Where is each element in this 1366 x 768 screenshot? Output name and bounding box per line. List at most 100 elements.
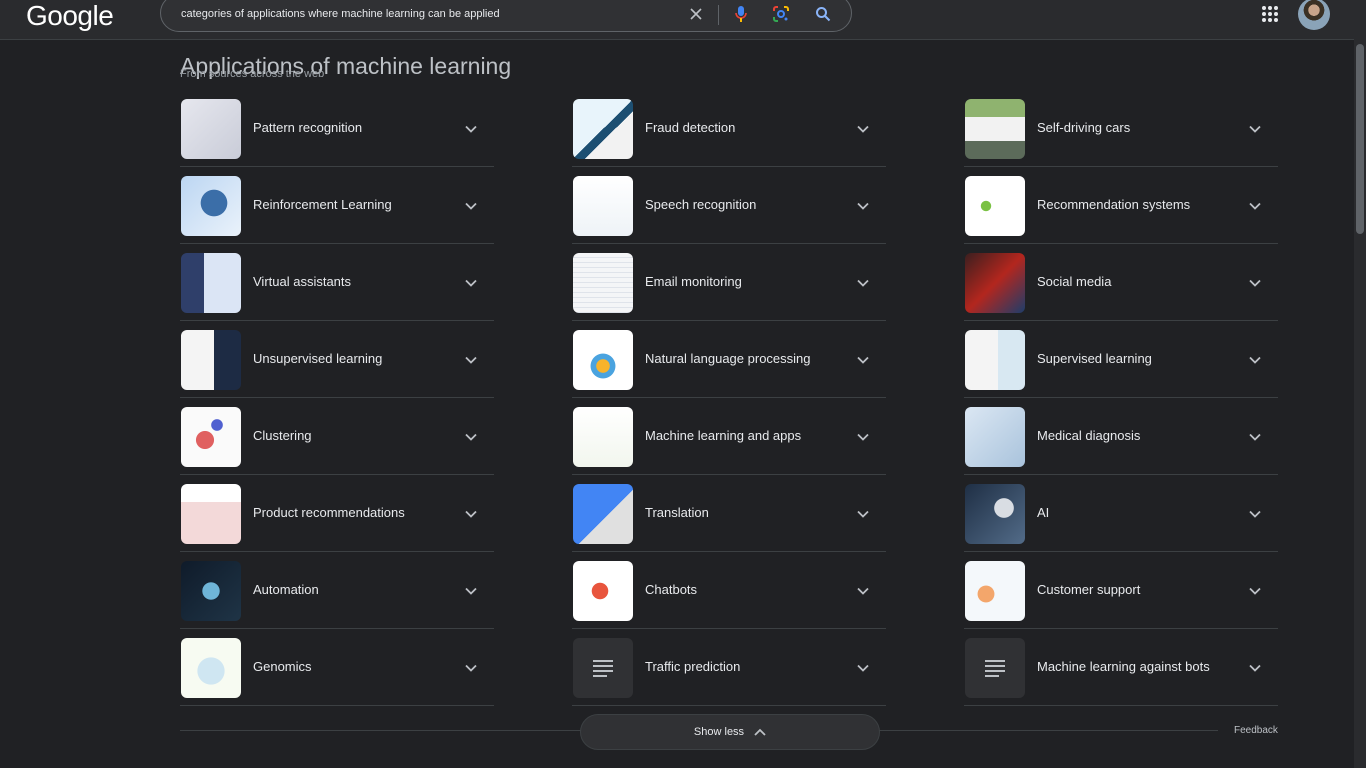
search-icon[interactable] [813, 4, 833, 24]
search-divider [718, 5, 719, 25]
application-item[interactable]: Translation [572, 483, 886, 552]
chevron-down-icon[interactable] [856, 353, 870, 367]
application-item[interactable]: Virtual assistants [180, 252, 494, 321]
application-item[interactable]: Traffic prediction [572, 637, 886, 706]
search-input[interactable]: categories of applications where machine… [181, 8, 500, 20]
application-label: Natural language processing [645, 351, 811, 366]
chatbots-thumbnail [573, 561, 633, 621]
scrollbar-thumb[interactable] [1356, 44, 1364, 234]
application-item[interactable]: Email monitoring [572, 252, 886, 321]
application-label: Translation [645, 505, 709, 520]
section-subtitle: From sources across the web [180, 68, 325, 80]
application-item[interactable]: Fraud detection [572, 98, 886, 167]
application-item[interactable]: Reinforcement Learning [180, 175, 494, 244]
self-driving-cars-thumbnail [965, 99, 1025, 159]
pattern-recognition-thumbnail [181, 99, 241, 159]
customer-support-thumbnail [965, 561, 1025, 621]
chevron-up-icon [754, 728, 766, 736]
application-item[interactable]: Genomics [180, 637, 494, 706]
chevron-down-icon[interactable] [856, 430, 870, 444]
show-less-button[interactable]: Show less [580, 714, 880, 750]
chevron-down-icon[interactable] [856, 276, 870, 290]
chevron-down-icon[interactable] [1248, 661, 1262, 675]
application-label: Fraud detection [645, 120, 736, 135]
medical-diagnosis-thumbnail [965, 407, 1025, 467]
chevron-down-icon[interactable] [1248, 430, 1262, 444]
recommendation-systems-thumbnail [965, 176, 1025, 236]
chevron-down-icon[interactable] [464, 584, 478, 598]
chevron-down-icon[interactable] [1248, 353, 1262, 367]
application-item[interactable]: Supervised learning [964, 329, 1278, 398]
application-item[interactable]: Product recommendations [180, 483, 494, 552]
translation-thumbnail [573, 484, 633, 544]
product-recommendations-thumbnail [181, 484, 241, 544]
application-item[interactable]: Customer support [964, 560, 1278, 629]
unsupervised-learning-thumbnail [181, 330, 241, 390]
chevron-down-icon[interactable] [464, 430, 478, 444]
nlp-thumbnail [573, 330, 633, 390]
application-label: Product recommendations [253, 505, 405, 520]
application-item[interactable]: Speech recognition [572, 175, 886, 244]
chevron-down-icon[interactable] [856, 584, 870, 598]
clear-search-icon[interactable] [686, 4, 706, 24]
google-lens-icon[interactable] [771, 4, 791, 24]
application-label: Chatbots [645, 582, 698, 597]
chevron-down-icon[interactable] [1248, 276, 1262, 290]
application-label: Clustering [253, 428, 312, 443]
reinforcement-learning-thumbnail [181, 176, 241, 236]
application-item[interactable]: Natural language processing [572, 329, 886, 398]
application-label: Recommendation systems [1037, 197, 1191, 212]
automation-thumbnail [181, 561, 241, 621]
application-label: Virtual assistants [253, 274, 352, 289]
application-item[interactable]: Chatbots [572, 560, 886, 629]
ai-thumbnail [965, 484, 1025, 544]
chevron-down-icon[interactable] [464, 276, 478, 290]
chevron-down-icon[interactable] [856, 661, 870, 675]
application-label: Speech recognition [645, 197, 757, 212]
application-label: Email monitoring [645, 274, 742, 289]
chevron-down-icon[interactable] [856, 122, 870, 136]
application-label: Pattern recognition [253, 120, 363, 135]
application-item[interactable]: Self-driving cars [964, 98, 1278, 167]
chevron-down-icon[interactable] [464, 122, 478, 136]
application-item[interactable]: Automation [180, 560, 494, 629]
application-item[interactable]: Recommendation systems [964, 175, 1278, 244]
application-item[interactable]: AI [964, 483, 1278, 552]
top-bar: Google categories of applications where … [0, 0, 1366, 39]
chevron-down-icon[interactable] [464, 661, 478, 675]
ml-apps-thumbnail [573, 407, 633, 467]
application-item[interactable]: Machine learning against bots [964, 637, 1278, 706]
chevron-down-icon[interactable] [856, 507, 870, 521]
application-label: Genomics [253, 659, 312, 674]
genomics-thumbnail [181, 638, 241, 698]
google-logo[interactable]: Google [26, 0, 114, 34]
application-item[interactable]: Clustering [180, 406, 494, 475]
application-label: AI [1037, 505, 1050, 520]
google-apps-icon[interactable] [1260, 4, 1280, 24]
virtual-assistants-thumbnail [181, 253, 241, 313]
social-media-thumbnail [965, 253, 1025, 313]
search-box[interactable]: categories of applications where machine… [160, 0, 852, 32]
application-label: Machine learning and apps [645, 428, 802, 443]
chevron-down-icon[interactable] [856, 199, 870, 213]
fraud-detection-thumbnail [573, 99, 633, 159]
document-icon [965, 638, 1025, 698]
application-item[interactable]: Pattern recognition [180, 98, 494, 167]
chevron-down-icon[interactable] [1248, 199, 1262, 213]
chevron-down-icon[interactable] [464, 353, 478, 367]
speech-recognition-thumbnail [573, 176, 633, 236]
chevron-down-icon[interactable] [1248, 584, 1262, 598]
application-label: Medical diagnosis [1037, 428, 1141, 443]
chevron-down-icon[interactable] [1248, 122, 1262, 136]
application-label: Reinforcement Learning [253, 197, 392, 212]
microphone-icon[interactable] [731, 4, 751, 24]
feedback-link[interactable]: Feedback [1234, 725, 1278, 736]
application-item[interactable]: Machine learning and apps [572, 406, 886, 475]
chevron-down-icon[interactable] [1248, 507, 1262, 521]
chevron-down-icon[interactable] [464, 199, 478, 213]
application-item[interactable]: Social media [964, 252, 1278, 321]
account-avatar[interactable] [1298, 0, 1330, 30]
application-item[interactable]: Unsupervised learning [180, 329, 494, 398]
application-item[interactable]: Medical diagnosis [964, 406, 1278, 475]
chevron-down-icon[interactable] [464, 507, 478, 521]
